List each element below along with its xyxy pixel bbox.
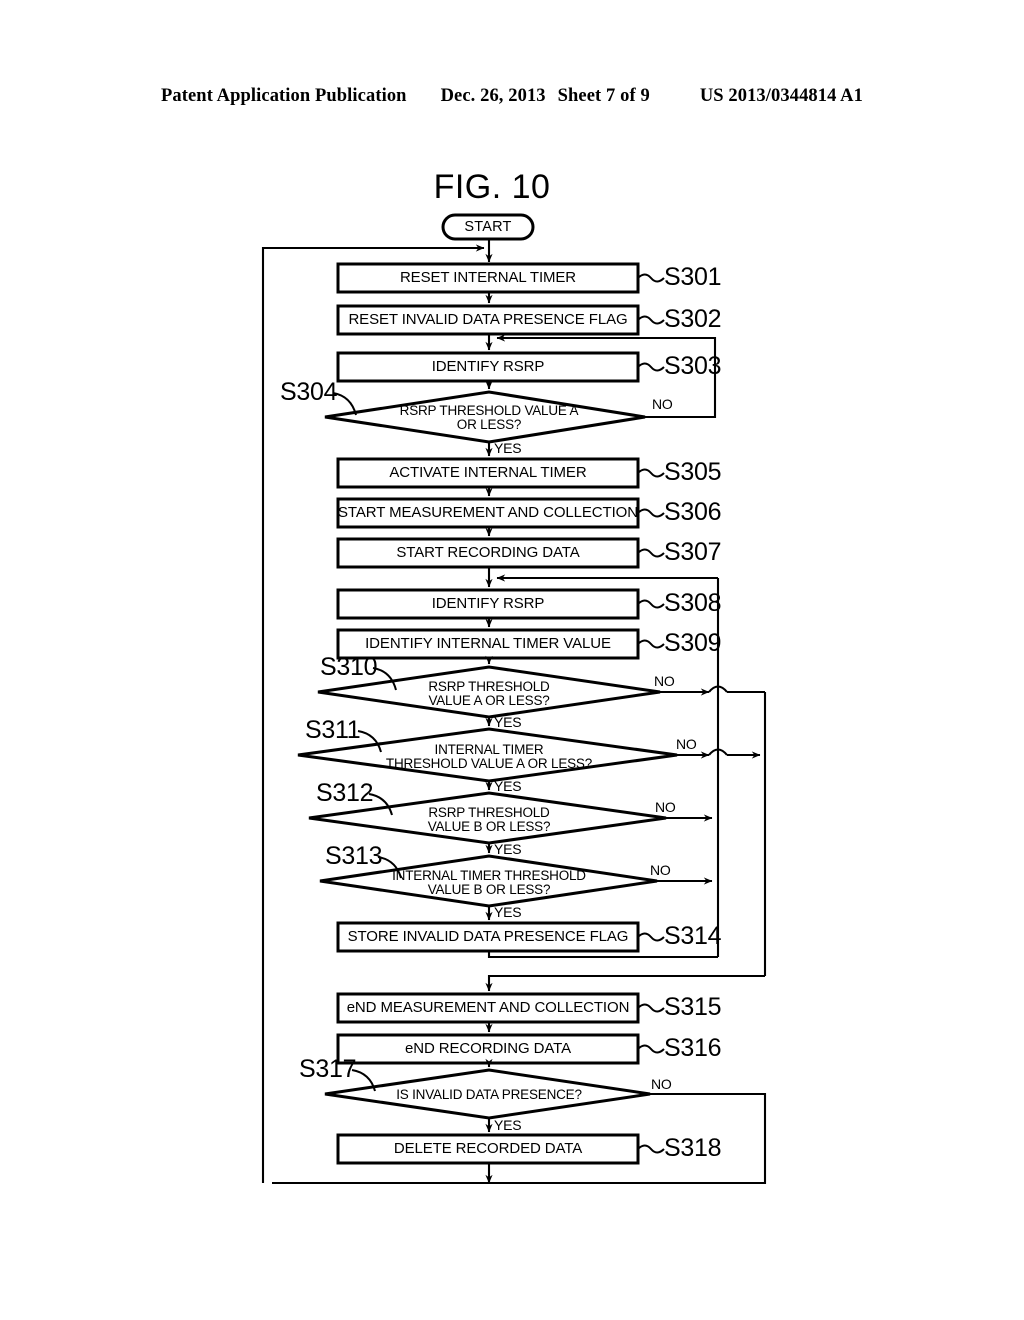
step-ref-S310: S310 (320, 653, 378, 681)
node-box-S316 (336, 1033, 640, 1065)
branch-label-S317-yes: YES (494, 1117, 522, 1133)
branch-label-S304-yes: YES (494, 440, 522, 456)
node-diamond-S304 (324, 390, 646, 444)
step-ref-S308: S308 (664, 589, 722, 617)
node-box-S307 (336, 537, 640, 569)
branch-label-S311-yes: YES (494, 778, 522, 794)
step-ref-S305: S305 (664, 458, 722, 486)
step-ref-S315: S315 (664, 993, 722, 1021)
branch-label-S310-yes: YES (494, 714, 522, 730)
rail-return-to-S315 (485, 974, 765, 992)
step-ref-S301: S301 (664, 263, 722, 291)
node-box-S306 (336, 497, 640, 529)
step-ref-S302: S302 (664, 305, 722, 333)
branch-label-S304-no: NO (652, 396, 673, 412)
patent-figure-page: Patent Application Publication Dec. 26, … (0, 0, 1024, 1320)
branch-label-S317-no: NO (651, 1076, 672, 1092)
node-box-S318 (336, 1133, 640, 1165)
step-ref-S316: S316 (664, 1034, 722, 1062)
step-ref-S313: S313 (325, 842, 383, 870)
step-ref-S306: S306 (664, 498, 722, 526)
step-ref-S311: S311 (305, 716, 361, 744)
branch-label-S313-no: NO (650, 862, 671, 878)
branch-label-S311-no: NO (676, 736, 697, 752)
node-box-S302 (336, 304, 640, 336)
node-box-S301 (336, 262, 640, 294)
step-ref-S304: S304 (280, 378, 338, 406)
node-box-S315 (336, 992, 640, 1024)
step-ref-S307: S307 (664, 538, 722, 566)
step-ref-S309: S309 (664, 629, 722, 657)
branch-label-S312-yes: YES (494, 841, 522, 857)
branch-label-S313-yes: YES (494, 904, 522, 920)
node-box-S305 (336, 457, 640, 489)
node-box-S309 (336, 628, 640, 660)
step-ref-S318: S318 (664, 1134, 722, 1162)
step-ref-S312: S312 (316, 779, 374, 807)
branch-label-S310-no: NO (654, 673, 675, 689)
step-ref-S303: S303 (664, 352, 722, 380)
node-diamond-S317 (324, 1068, 651, 1120)
step-ref-S314: S314 (664, 922, 722, 950)
step-ref-S317: S317 (299, 1055, 357, 1083)
node-box-S314 (336, 921, 640, 953)
terminal-start-shape (441, 213, 535, 241)
node-box-S308 (336, 588, 640, 620)
branch-label-S312-no: NO (655, 799, 676, 815)
node-box-S303 (336, 351, 640, 383)
